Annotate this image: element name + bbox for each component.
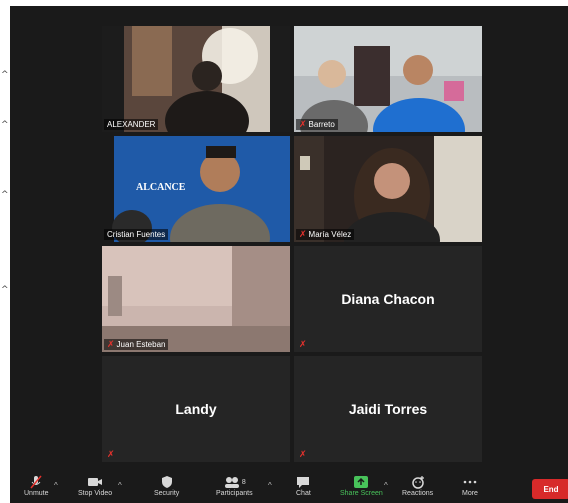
- video-tile-landy[interactable]: Landy ✗: [102, 356, 290, 462]
- edge-mark: ^: [1, 285, 9, 295]
- smiley-plus-icon: [411, 474, 425, 490]
- organization-banner-text: ALCANCE: [136, 182, 186, 193]
- muted-mic-icon: ✗: [299, 119, 307, 129]
- video-tile-maria-velez[interactable]: ✗ María Vélez: [294, 136, 482, 242]
- edge-mark: ^: [1, 120, 9, 130]
- name-tag: ✗: [296, 339, 310, 350]
- video-options-caret-icon[interactable]: ^: [118, 481, 122, 490]
- participant-display-name: Jaidi Torres: [348, 401, 428, 417]
- participant-video: [102, 246, 290, 352]
- participants-count: 8: [241, 478, 246, 486]
- participants-label: Participants: [216, 490, 253, 497]
- name-tag: ✗: [104, 449, 118, 460]
- participant-video: [102, 136, 290, 242]
- video-camera-icon: [87, 474, 103, 490]
- participant-name: Barreto: [308, 120, 335, 129]
- share-screen-label: Share Screen: [340, 490, 383, 497]
- muted-mic-icon: ✗: [299, 339, 307, 349]
- muted-mic-icon: ✗: [107, 449, 115, 459]
- participant-video: [294, 136, 482, 242]
- audio-options-caret-icon[interactable]: ^: [54, 481, 58, 490]
- security-button[interactable]: Security: [154, 474, 179, 497]
- more-dots-icon: [463, 474, 477, 490]
- unmute-button[interactable]: Unmute: [24, 474, 49, 497]
- video-tile-diana-chacon[interactable]: Diana Chacon ✗: [294, 246, 482, 352]
- video-tile-cristian-fuentes[interactable]: ALCANCE Cristian Fuentes: [102, 136, 290, 242]
- name-tag: ✗ María Vélez: [296, 229, 355, 240]
- more-label: More: [462, 490, 478, 497]
- reactions-label: Reactions: [402, 490, 434, 497]
- chat-button[interactable]: Chat: [296, 474, 311, 497]
- chat-label: Chat: [296, 490, 311, 497]
- muted-mic-icon: ✗: [299, 449, 307, 459]
- end-meeting-button[interactable]: End: [532, 479, 568, 499]
- stop-video-label: Stop Video: [78, 490, 113, 497]
- participants-options-caret-icon[interactable]: ^: [268, 481, 272, 490]
- participants-icon: 8: [223, 474, 246, 490]
- name-tag: ✗ Barreto: [296, 119, 338, 130]
- participant-name: ALEXANDER: [107, 120, 156, 129]
- participant-video: [294, 26, 482, 132]
- participant-display-name: Landy: [175, 401, 217, 417]
- video-tile-barreto[interactable]: ✗ Barreto: [294, 26, 482, 132]
- share-screen-button[interactable]: Share Screen: [340, 474, 383, 497]
- unmute-label: Unmute: [24, 490, 49, 497]
- muted-mic-icon: ✗: [107, 339, 115, 349]
- participant-name: Cristian Fuentes: [107, 230, 166, 239]
- shield-icon: [161, 474, 173, 490]
- participants-button[interactable]: 8 Participants: [216, 474, 253, 497]
- chat-bubble-icon: [296, 474, 310, 490]
- name-tag: Cristian Fuentes: [104, 229, 169, 240]
- more-button[interactable]: More: [462, 474, 478, 497]
- share-options-caret-icon[interactable]: ^: [384, 481, 388, 490]
- edge-mark: ^: [1, 70, 9, 80]
- muted-mic-icon: [29, 474, 43, 490]
- meeting-window: ALEXANDER ✗ Barreto ALCANCE Cristian Fuen…: [10, 6, 568, 503]
- meeting-toolbar: Unmute ^ Stop Video ^ Security 8 Partici…: [10, 472, 568, 503]
- stop-video-button[interactable]: Stop Video: [78, 474, 112, 497]
- reactions-button[interactable]: Reactions: [402, 474, 433, 497]
- name-tag: ✗: [296, 449, 310, 460]
- participant-name: María Vélez: [308, 230, 352, 239]
- muted-mic-icon: ✗: [299, 229, 307, 239]
- participant-display-name: Diana Chacon: [341, 291, 435, 307]
- video-tile-alexander[interactable]: ALEXANDER: [102, 26, 290, 132]
- participant-video: [102, 26, 290, 132]
- share-screen-icon: [353, 474, 369, 490]
- video-tile-juan-esteban[interactable]: ✗ Juan Esteban: [102, 246, 290, 352]
- name-tag: ALEXANDER: [104, 119, 159, 130]
- name-tag: ✗ Juan Esteban: [104, 339, 169, 350]
- video-tile-jaidi-torres[interactable]: Jaidi Torres ✗: [294, 356, 482, 462]
- security-label: Security: [154, 490, 180, 497]
- edge-mark: ^: [1, 190, 9, 200]
- participant-name: Juan Esteban: [116, 340, 166, 349]
- left-edge-marks: ^ ^ ^ ^: [0, 0, 10, 497]
